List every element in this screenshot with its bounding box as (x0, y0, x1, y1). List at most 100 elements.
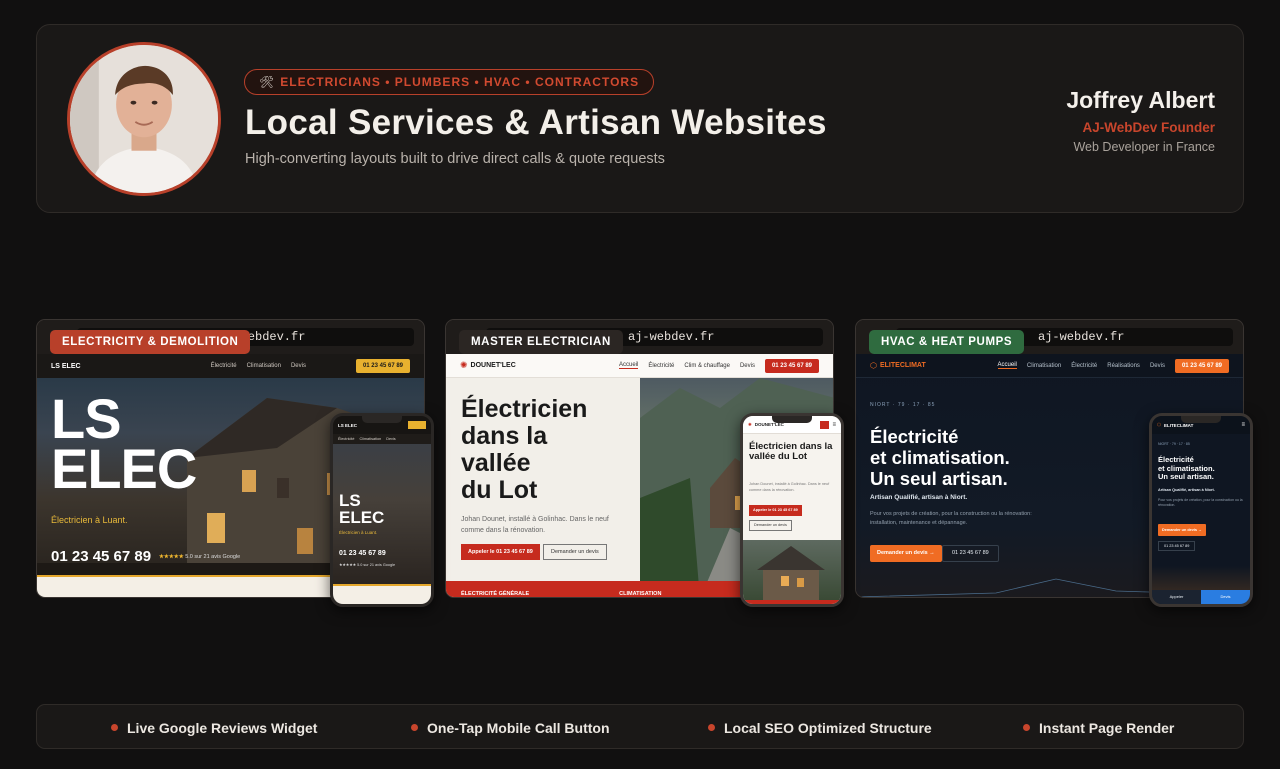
mobile-subtitle: Électricien à Luant. (339, 530, 378, 535)
bullet-dot-icon (411, 724, 418, 731)
nav-call-button[interactable]: 01 23 45 67 89 (1174, 358, 1229, 373)
site-nav: LS ELEC Électricité Climatisation Devis … (37, 354, 424, 378)
mobile-text: Pour vos projets de création, pour la co… (1158, 498, 1243, 507)
nav-link[interactable]: Devis (291, 363, 306, 369)
mobile-bottom-quote[interactable]: Devis (1201, 590, 1250, 604)
page-title: Local Services & Artisan Websites (245, 103, 827, 142)
logo-icon: ⬡ (870, 361, 877, 370)
hero-headline-line: Électricien (461, 395, 588, 423)
hero-headline-line: du Lot (461, 476, 538, 504)
mobile-nav-link[interactable]: Électricité (338, 437, 354, 441)
nav-link[interactable]: Climatisation (1027, 363, 1061, 369)
mobile-quote-button[interactable]: Demander un devis (749, 520, 792, 531)
mobile-hero: LS ELEC Électricien à Luant. 01 23 45 67… (333, 444, 431, 584)
hero-headline: LS ELEC (51, 391, 197, 497)
mobile-call-chip[interactable] (820, 420, 830, 429)
mobile-preview-ls-elec: LS ELEC Électricité Climatisation Devis … (330, 413, 434, 607)
mobile-headline-line2: ELEC (339, 508, 385, 527)
mobile-phone[interactable]: 01 23 45 67 89 (339, 550, 386, 557)
nav-link[interactable]: Accueil (618, 362, 639, 369)
site-nav: ⬡ ELITECLIMAT Accueil Climatisation Élec… (856, 354, 1243, 378)
menu-icon[interactable]: ≡ (1241, 422, 1245, 428)
author-avatar (67, 42, 221, 196)
site-logo[interactable]: DOUNET'LEC (471, 362, 516, 369)
quote-button[interactable]: Demander un devis → (870, 545, 942, 562)
mobile-call-chip[interactable] (408, 421, 426, 429)
feature-item-seo: Local SEO Optimized Structure (708, 705, 932, 750)
rating-text: 5.0 sur 21 avis Google (185, 554, 241, 560)
bullet-dot-icon (708, 724, 715, 731)
mobile-nav-link[interactable]: Devis (386, 437, 396, 441)
hero-headline-line: Électricité (870, 426, 959, 447)
nav-link[interactable]: Réalisations (1107, 363, 1140, 369)
page-subtitle: High-converting layouts built to drive d… (245, 151, 665, 167)
nav-link[interactable]: Climatisation (247, 363, 281, 369)
portrait-image (70, 45, 218, 193)
hero-lead: Artisan Qualifié, artisan à Niort. (870, 494, 968, 501)
mobile-text: Johan Dounet, installé à Golinhac. Dans … (749, 482, 830, 492)
services-pill-text: ELECTRICIANS • PLUMBERS • HVAC • CONTRAC… (280, 75, 640, 89)
mobile-bottom-bar: Appeler Devis (1152, 590, 1250, 604)
mobile-headline: LS ELEC (339, 492, 384, 526)
hero-phone[interactable]: 01 23 45 67 89 (51, 548, 151, 565)
nav-link[interactable]: Électricité (1071, 363, 1097, 369)
nav-link[interactable]: Électricité (648, 363, 674, 369)
site-logo[interactable]: LS ELEC (51, 363, 81, 370)
mobile-headline: Électricien dans la vallée du Lot (749, 441, 833, 462)
nav-link[interactable]: Accueil (997, 362, 1017, 369)
mobile-nav-link[interactable]: Climatisation (359, 437, 381, 441)
showcase-tag-electricity: ELECTRICITY & DEMOLITION (50, 330, 251, 354)
author-role: AJ-WebDev Founder (1082, 120, 1215, 135)
nav-call-button[interactable]: 01 23 45 67 89 (764, 358, 819, 373)
menu-icon[interactable]: ≡ (832, 422, 836, 428)
site-nav: ✺ DOUNET'LEC Accueil Électricité Clim & … (446, 354, 833, 378)
house-illustration (757, 546, 825, 600)
feature-label: Instant Page Render (1039, 719, 1175, 736)
mobile-headline: Électricité et climatisation. Un seul ar… (1158, 455, 1215, 482)
hero-kicker: NIORT · 79 · 17 · 85 (870, 402, 936, 408)
mobile-logo: LS ELEC (338, 422, 358, 428)
tools-icon: 🛠 (259, 75, 275, 89)
mobile-call-button[interactable]: 01 23 45 67 89 (1158, 541, 1196, 551)
mobile-headline-line: Un seul artisan. (1158, 472, 1214, 481)
phone-notch (362, 416, 402, 423)
showcase-tag-master-electrician: MASTER ELECTRICIAN (459, 330, 623, 354)
services-pill: 🛠 ELECTRICIANS • PLUMBERS • HVAC • CONTR… (244, 69, 655, 95)
band-item: ÉLECTRICITÉ GÉNÉRALE (461, 591, 530, 597)
mobile-kicker: NIORT · 79 · 17 · 85 (1158, 442, 1190, 446)
feature-label: Local SEO Optimized Structure (724, 719, 932, 736)
logo-icon: ✺ (460, 360, 468, 370)
call-button[interactable]: 01 23 45 67 89 (942, 545, 999, 562)
phone-notch (1181, 416, 1221, 423)
site-logo[interactable]: ELITECLIMAT (880, 362, 926, 369)
nav-link[interactable]: Devis (740, 363, 755, 369)
mobile-bottom-band (743, 600, 841, 604)
mobile-call-button[interactable]: Appeler le 01 23 45 67 89 (749, 505, 802, 516)
hero-headline-line: dans la (461, 422, 548, 450)
showcase-tag-hvac: HVAC & HEAT PUMPS (869, 330, 1025, 354)
hero-headline-line: vallée (461, 449, 531, 477)
nav-link[interactable]: Électricité (211, 363, 237, 369)
nav-call-button[interactable]: 01 23 45 67 89 (355, 359, 410, 373)
phone-notch (772, 416, 812, 423)
band-item: CLIMATISATION (619, 591, 662, 597)
feature-item-reviews: Live Google Reviews Widget (111, 705, 317, 750)
mobile-rating: ★★★★★ 5.0 sur 21 avis Google (339, 563, 396, 567)
mobile-quote-button[interactable]: Demander un devis → (1158, 524, 1206, 536)
author-name: Joffrey Albert (1066, 87, 1215, 113)
mobile-bottom-call[interactable]: Appeler (1152, 590, 1201, 604)
quote-button[interactable]: Demander un devis (543, 544, 607, 560)
hero-headline: Électricité et climatisation. Un seul ar… (870, 426, 1010, 489)
mobile-headline-line1: LS (339, 491, 361, 510)
call-button[interactable]: Appeler le 01 23 45 67 89 (461, 544, 540, 560)
nav-link[interactable]: Clim & chauffage (684, 363, 730, 369)
author-block: Joffrey Albert AJ-WebDev Founder Web Dev… (1066, 87, 1215, 154)
hero-text: Pour vos projets de création, pour la co… (870, 511, 1032, 526)
mobile-preview-dounetlec: ✺ DOUNET'LEC ≡ Électricien dans la vallé… (740, 413, 844, 607)
feature-label: Live Google Reviews Widget (127, 719, 318, 736)
features-bar: Live Google Reviews Widget One-Tap Mobil… (36, 704, 1244, 749)
mobile-preview-eliteclimat: ⬡ ELITECLIMAT ≡ NIORT · 79 · 17 · 85 Éle… (1149, 413, 1253, 607)
bullet-dot-icon (111, 724, 118, 731)
nav-link[interactable]: Devis (1150, 363, 1165, 369)
hero-headline-line: et climatisation. (870, 447, 1010, 468)
